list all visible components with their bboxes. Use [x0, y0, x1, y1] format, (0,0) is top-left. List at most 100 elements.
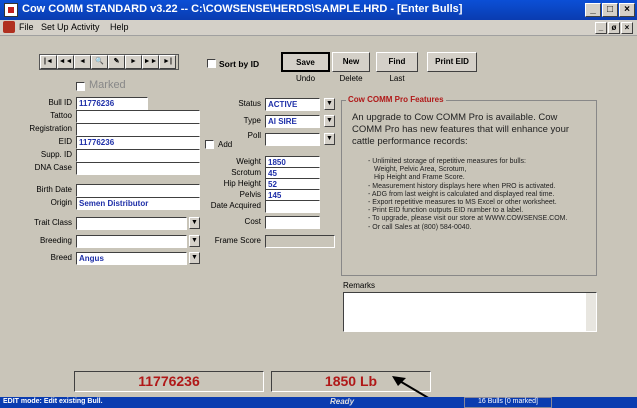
maximize-button[interactable]: □	[602, 3, 618, 17]
list-item: Hip Height and Frame Score.	[374, 174, 465, 182]
breed-dropdown-icon[interactable]: ▼	[189, 252, 200, 264]
origin-field[interactable]: Semen Distributor	[76, 197, 200, 210]
birth-date-field[interactable]	[76, 184, 200, 197]
tattoo-label: Tattoo	[50, 111, 72, 120]
mdi-minimize-button[interactable]: _	[595, 22, 607, 34]
last-button[interactable]: Last	[376, 74, 418, 83]
pelvis-label: Pelvis	[239, 190, 261, 199]
add-checkbox[interactable]	[205, 140, 214, 149]
last-record-button[interactable]: ►|	[159, 55, 176, 69]
marked-checkbox[interactable]	[76, 82, 85, 91]
eid-field[interactable]: 11776236	[76, 136, 200, 149]
registration-field[interactable]	[76, 123, 200, 136]
bull-id-field[interactable]: 11776236	[76, 97, 148, 110]
first-record-button[interactable]: |◄	[40, 55, 57, 69]
bull-entry-form: |◄ ◄◄ ◄ 🔍 ✎ ► ►► ►| Sort by ID Save Undo…	[0, 37, 637, 367]
poll-dropdown-icon[interactable]: ▼	[324, 133, 335, 145]
cost-label: Cost	[244, 217, 261, 226]
list-item: - Unlimited storage of repetitive measur…	[368, 158, 526, 165]
list-item: - Print EID function outputs EID number …	[368, 207, 524, 215]
prev-page-button[interactable]: ◄◄	[57, 55, 74, 69]
trait-class-field[interactable]	[76, 217, 187, 230]
status-area: 11776236 1850 Lb EDIT mode: Edit existin…	[0, 367, 637, 408]
pro-features-panel: Cow COMM Pro Features An upgrade to Cow …	[341, 95, 597, 276]
mdi-restore-button[interactable]: ø	[608, 22, 620, 34]
status-dropdown-icon[interactable]: ▼	[324, 98, 335, 110]
new-button[interactable]: New	[332, 52, 370, 72]
frame-score-label: Frame Score	[214, 236, 261, 245]
status-field[interactable]: ACTIVE	[265, 98, 320, 111]
eid-label: EID	[58, 137, 72, 146]
registration-label: Registration	[29, 124, 72, 133]
bull-count-status: 16 Bulls [0 marked]	[464, 397, 552, 408]
birth-date-label: Birth Date	[36, 185, 72, 194]
menu-activity[interactable]: Activity	[71, 22, 100, 32]
mdi-close-button[interactable]: ×	[621, 22, 633, 34]
undo-button[interactable]: Undo	[281, 74, 330, 83]
hip-height-label: Hip Height	[223, 179, 261, 188]
edit-icon[interactable]: ✎	[108, 55, 125, 69]
print-eid-button[interactable]: Print EID	[427, 52, 477, 72]
sort-by-id-label: Sort by ID	[219, 59, 260, 69]
type-field[interactable]: AI SIRE	[265, 115, 320, 128]
origin-label: Origin	[50, 198, 72, 207]
search-icon[interactable]: 🔍	[91, 55, 108, 69]
menu-help[interactable]: Help	[110, 22, 129, 32]
breeding-dropdown-icon[interactable]: ▼	[189, 235, 200, 247]
breed-field[interactable]: Angus	[76, 252, 187, 265]
record-navigator: |◄ ◄◄ ◄ 🔍 ✎ ► ►► ►|	[39, 54, 179, 70]
find-button[interactable]: Find	[376, 52, 418, 72]
prev-record-button[interactable]: ◄	[74, 55, 91, 69]
breed-label: Breed	[50, 253, 72, 262]
title-bar: Cow COMM STANDARD v3.22 -- C:\COWSENSE\H…	[0, 0, 637, 20]
breeding-field[interactable]	[76, 235, 187, 248]
scrotum-label: Scrotum	[231, 168, 261, 177]
trait-class-label: Trait Class	[34, 218, 72, 227]
trait-class-dropdown-icon[interactable]: ▼	[189, 217, 200, 229]
bull-id-label: Bull ID	[48, 98, 72, 107]
edit-mode-status: EDIT mode: Edit existing Bull.	[3, 398, 103, 405]
id-display: 11776236	[74, 371, 264, 392]
dna-case-field[interactable]	[76, 162, 200, 175]
status-label: Status	[238, 99, 261, 108]
menu-bar: File Set Up Activity Help _ ø ×	[0, 20, 637, 36]
menu-file[interactable]: File	[19, 22, 34, 32]
dna-case-label: DNA Case	[34, 163, 72, 172]
add-label: Add	[218, 140, 233, 149]
supp-id-label: Supp. ID	[40, 150, 72, 159]
breeding-label: Breeding	[39, 236, 72, 245]
list-item: Weight, Pelvic Area, Scrotum,	[374, 166, 467, 174]
type-dropdown-icon[interactable]: ▼	[324, 115, 335, 127]
window-title: Cow COMM STANDARD v3.22 -- C:\COWSENSE\H…	[22, 3, 463, 15]
frame-score-field	[265, 235, 335, 248]
marked-label: Marked	[89, 79, 126, 91]
tattoo-field[interactable]	[76, 110, 200, 123]
menu-setup[interactable]: Set Up	[41, 22, 69, 32]
cost-field[interactable]	[265, 216, 320, 229]
ready-status: Ready	[330, 397, 355, 406]
supp-id-field[interactable]	[76, 149, 200, 162]
minimize-button[interactable]: _	[585, 3, 601, 17]
app-icon	[4, 3, 18, 17]
pro-features-intro: An upgrade to Cow COMM Pro is available.…	[352, 112, 570, 147]
remarks-scrollbar[interactable]	[586, 293, 596, 331]
next-page-button[interactable]: ►►	[142, 55, 159, 69]
poll-field[interactable]	[265, 133, 320, 146]
remarks-textarea[interactable]	[343, 292, 597, 332]
remarks-label: Remarks	[343, 281, 376, 290]
delete-button[interactable]: Delete	[332, 74, 370, 83]
save-button[interactable]: Save	[281, 52, 330, 72]
document-icon	[3, 21, 15, 33]
weight-label: Weight	[236, 157, 261, 166]
list-item: - Measurement history displays here when…	[368, 182, 556, 190]
date-acquired-field[interactable]	[265, 200, 320, 213]
pro-features-title: Cow COMM Pro Features	[346, 95, 446, 104]
list-item: - ADG from last weight is calculated and…	[368, 190, 555, 198]
close-button[interactable]: ×	[619, 3, 635, 17]
next-record-button[interactable]: ►	[125, 55, 142, 69]
list-item: - Export repetitive measures to MS Excel…	[368, 199, 557, 207]
type-label: Type	[243, 116, 261, 125]
sort-by-id-checkbox[interactable]	[207, 59, 216, 68]
poll-label: Poll	[247, 131, 261, 140]
date-acquired-label: Date Acquired	[210, 201, 261, 210]
